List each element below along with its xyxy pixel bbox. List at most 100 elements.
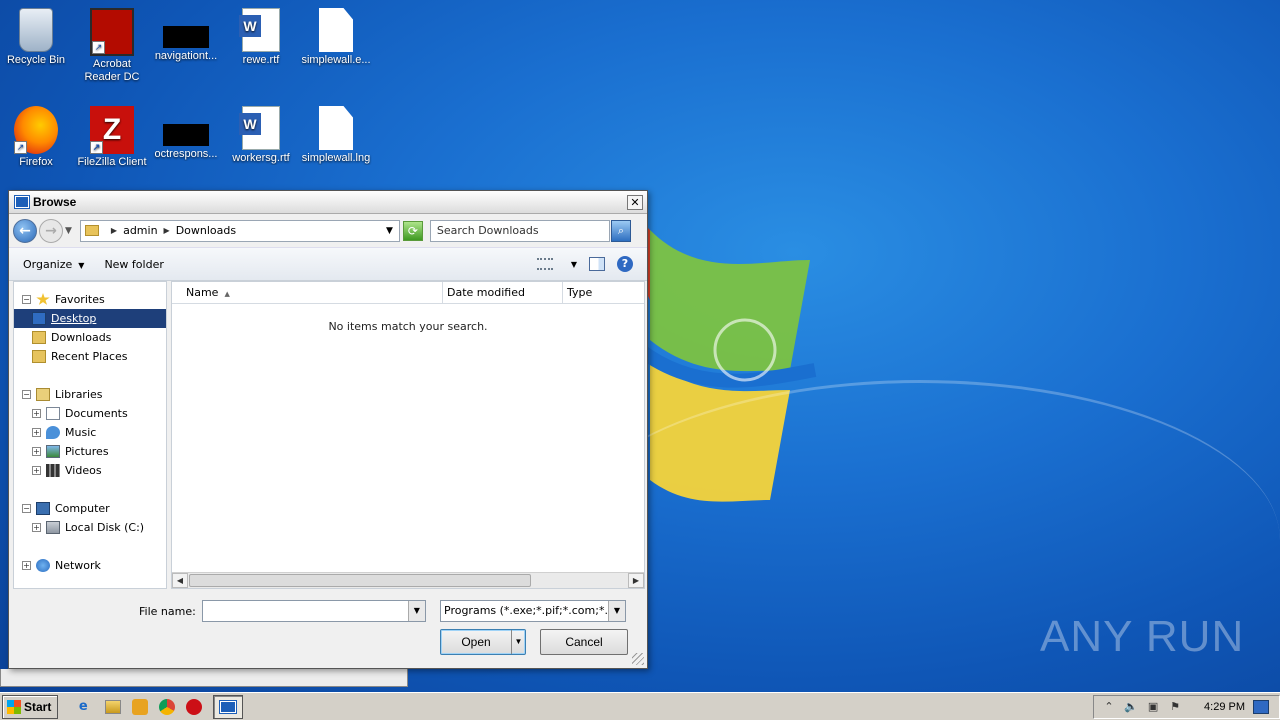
sort-ascending-icon: ▲ xyxy=(224,290,230,298)
tree-documents[interactable]: + Documents xyxy=(14,404,166,423)
network-status-icon[interactable]: ▣ xyxy=(1146,700,1160,714)
desktop-icon-recycle-bin[interactable]: Recycle Bin xyxy=(0,8,74,67)
navigation-bar: ← → ▼ ▶ admin ▶ Downloads ▼ ⟳ Search Dow… xyxy=(9,214,647,247)
internet-explorer-icon[interactable]: e xyxy=(72,696,94,718)
scroll-right-icon[interactable]: ▶ xyxy=(628,573,644,588)
search-input[interactable]: Search Downloads xyxy=(429,219,610,242)
desktop-icon-simplewall-exe[interactable]: simplewall.e... xyxy=(298,8,374,67)
scrollbar-thumb[interactable] xyxy=(189,574,531,587)
desktop-icon-rewe-rtf[interactable]: rewe.rtf xyxy=(223,8,299,67)
collapse-icon[interactable]: − xyxy=(22,295,31,304)
expand-icon[interactable]: + xyxy=(32,447,41,456)
show-desktop-icon[interactable] xyxy=(1253,699,1269,714)
close-button[interactable]: ✕ xyxy=(627,194,643,210)
downloads-folder-icon xyxy=(32,331,46,344)
explorer-icon[interactable] xyxy=(105,699,122,714)
opera-icon[interactable] xyxy=(186,698,203,715)
recent-locations-dropdown[interactable]: ▼ xyxy=(65,226,72,236)
expand-icon[interactable]: + xyxy=(32,466,41,475)
tree-libraries[interactable]: − Libraries xyxy=(14,385,166,404)
dialog-titlebar[interactable]: Browse ✕ xyxy=(9,191,647,214)
file-name-row: File name: ▼ xyxy=(139,600,426,622)
refresh-button[interactable]: ⟳ xyxy=(402,220,423,241)
tree-label: Network xyxy=(55,559,101,572)
view-options-dropdown-icon[interactable]: ▼ xyxy=(571,260,577,269)
organize-button[interactable]: Organize ▼ xyxy=(23,258,84,271)
command-bar: Organize ▼ New folder ▼ ? xyxy=(9,247,647,281)
address-bar[interactable]: ▶ admin ▶ Downloads ▼ xyxy=(79,219,400,242)
column-type[interactable]: Type xyxy=(563,282,644,304)
start-button[interactable]: Start xyxy=(2,694,59,719)
new-folder-button[interactable]: New folder xyxy=(104,258,163,271)
chrome-icon[interactable] xyxy=(159,698,176,715)
change-view-icon[interactable] xyxy=(536,258,553,270)
show-hidden-icons-icon[interactable]: ⌃ xyxy=(1102,700,1116,714)
back-button[interactable]: ← xyxy=(13,218,37,243)
expand-icon[interactable]: + xyxy=(32,428,41,437)
breadcrumb-admin[interactable]: admin xyxy=(123,224,157,237)
recycle-bin-icon xyxy=(19,8,53,52)
clock[interactable]: 4:29 PM xyxy=(1204,701,1245,713)
desktop-icon-octrespons[interactable]: octrespons... xyxy=(148,106,224,161)
tree-music[interactable]: + Music xyxy=(14,423,166,442)
breadcrumb-downloads[interactable]: Downloads xyxy=(176,224,236,237)
browse-window-icon[interactable] xyxy=(213,694,244,719)
desktop-icon-workersg-rtf[interactable]: workersg.rtf xyxy=(223,106,299,165)
expand-icon[interactable]: + xyxy=(32,409,41,418)
word-document-icon xyxy=(239,8,280,52)
desktop-icon-acrobat[interactable]: ↗ Acrobat Reader DC xyxy=(74,8,150,84)
tree-desktop[interactable]: Desktop xyxy=(14,309,166,328)
file-list-pane[interactable]: Name ▲ Date modified Type No items match … xyxy=(171,281,645,589)
tree-local-disk[interactable]: + Local Disk (C:) xyxy=(14,518,166,537)
scroll-left-icon[interactable]: ◀ xyxy=(172,573,188,588)
scrollbar-track[interactable] xyxy=(531,573,628,588)
column-name[interactable]: Name ▲ xyxy=(172,282,443,304)
media-player-icon[interactable] xyxy=(132,698,149,715)
desktop-icon-navigationt[interactable]: navigationt... xyxy=(148,8,224,63)
desktop-icon-firefox[interactable]: ↗ Firefox xyxy=(0,106,74,169)
preview-pane-icon[interactable] xyxy=(589,257,605,271)
search-icon[interactable]: ⌕ xyxy=(610,219,631,242)
tree-downloads[interactable]: Downloads xyxy=(14,328,166,347)
resize-grip[interactable] xyxy=(632,653,644,665)
desktop-icon-simplewall-lng[interactable]: simplewall.lng xyxy=(298,106,374,165)
expand-icon[interactable]: + xyxy=(32,523,41,532)
tree-network[interactable]: + Network xyxy=(14,556,166,575)
address-dropdown-icon[interactable]: ▼ xyxy=(386,226,399,236)
forward-button[interactable]: → xyxy=(39,218,63,243)
horizontal-scrollbar[interactable]: ◀ ▶ xyxy=(172,572,644,588)
chevron-down-icon[interactable]: ▼ xyxy=(407,601,425,621)
background-window-edge xyxy=(0,669,408,687)
file-type-select[interactable]: Programs (*.exe;*.pif;*.com;*.ba ▼ xyxy=(440,600,626,622)
open-split-dropdown-icon[interactable]: ▼ xyxy=(511,630,525,654)
libraries-icon xyxy=(36,388,50,401)
tree-pictures[interactable]: + Pictures xyxy=(14,442,166,461)
chevron-right-icon[interactable]: ▶ xyxy=(164,226,170,235)
cancel-button[interactable]: Cancel xyxy=(540,629,628,655)
folder-icon xyxy=(84,225,99,236)
volume-icon[interactable]: 🔈 xyxy=(1124,700,1138,714)
tree-videos[interactable]: + Videos xyxy=(14,461,166,480)
chevron-down-icon[interactable]: ▼ xyxy=(608,601,625,621)
collapse-icon[interactable]: − xyxy=(22,504,31,513)
desktop-icon-label: rewe.rtf xyxy=(242,54,280,66)
tree-recent-places[interactable]: Recent Places xyxy=(14,347,166,366)
tree-computer[interactable]: − Computer xyxy=(14,499,166,518)
desktop-icon-filezilla[interactable]: Z ↗ FileZilla Client xyxy=(74,106,150,169)
open-button[interactable]: Open ▼ xyxy=(440,629,526,655)
column-date-modified[interactable]: Date modified xyxy=(443,282,563,304)
collapse-icon[interactable]: − xyxy=(22,390,31,399)
videos-icon xyxy=(46,464,60,477)
help-icon[interactable]: ? xyxy=(617,256,633,272)
file-type-value: Programs (*.exe;*.pif;*.com;*.ba xyxy=(444,604,608,617)
app-window-icon xyxy=(219,699,238,714)
expand-icon[interactable]: + xyxy=(22,561,31,570)
tree-label: Computer xyxy=(55,502,110,515)
tree-favorites[interactable]: − Favorites xyxy=(14,290,166,309)
file-name-input[interactable] xyxy=(202,601,408,621)
pictures-icon xyxy=(46,445,60,458)
file-name-field[interactable]: ▼ xyxy=(201,600,426,622)
action-center-flag-icon[interactable]: ⚑ xyxy=(1168,700,1182,714)
empty-message: No items match your search. xyxy=(328,320,488,333)
chevron-right-icon[interactable]: ▶ xyxy=(111,226,117,235)
